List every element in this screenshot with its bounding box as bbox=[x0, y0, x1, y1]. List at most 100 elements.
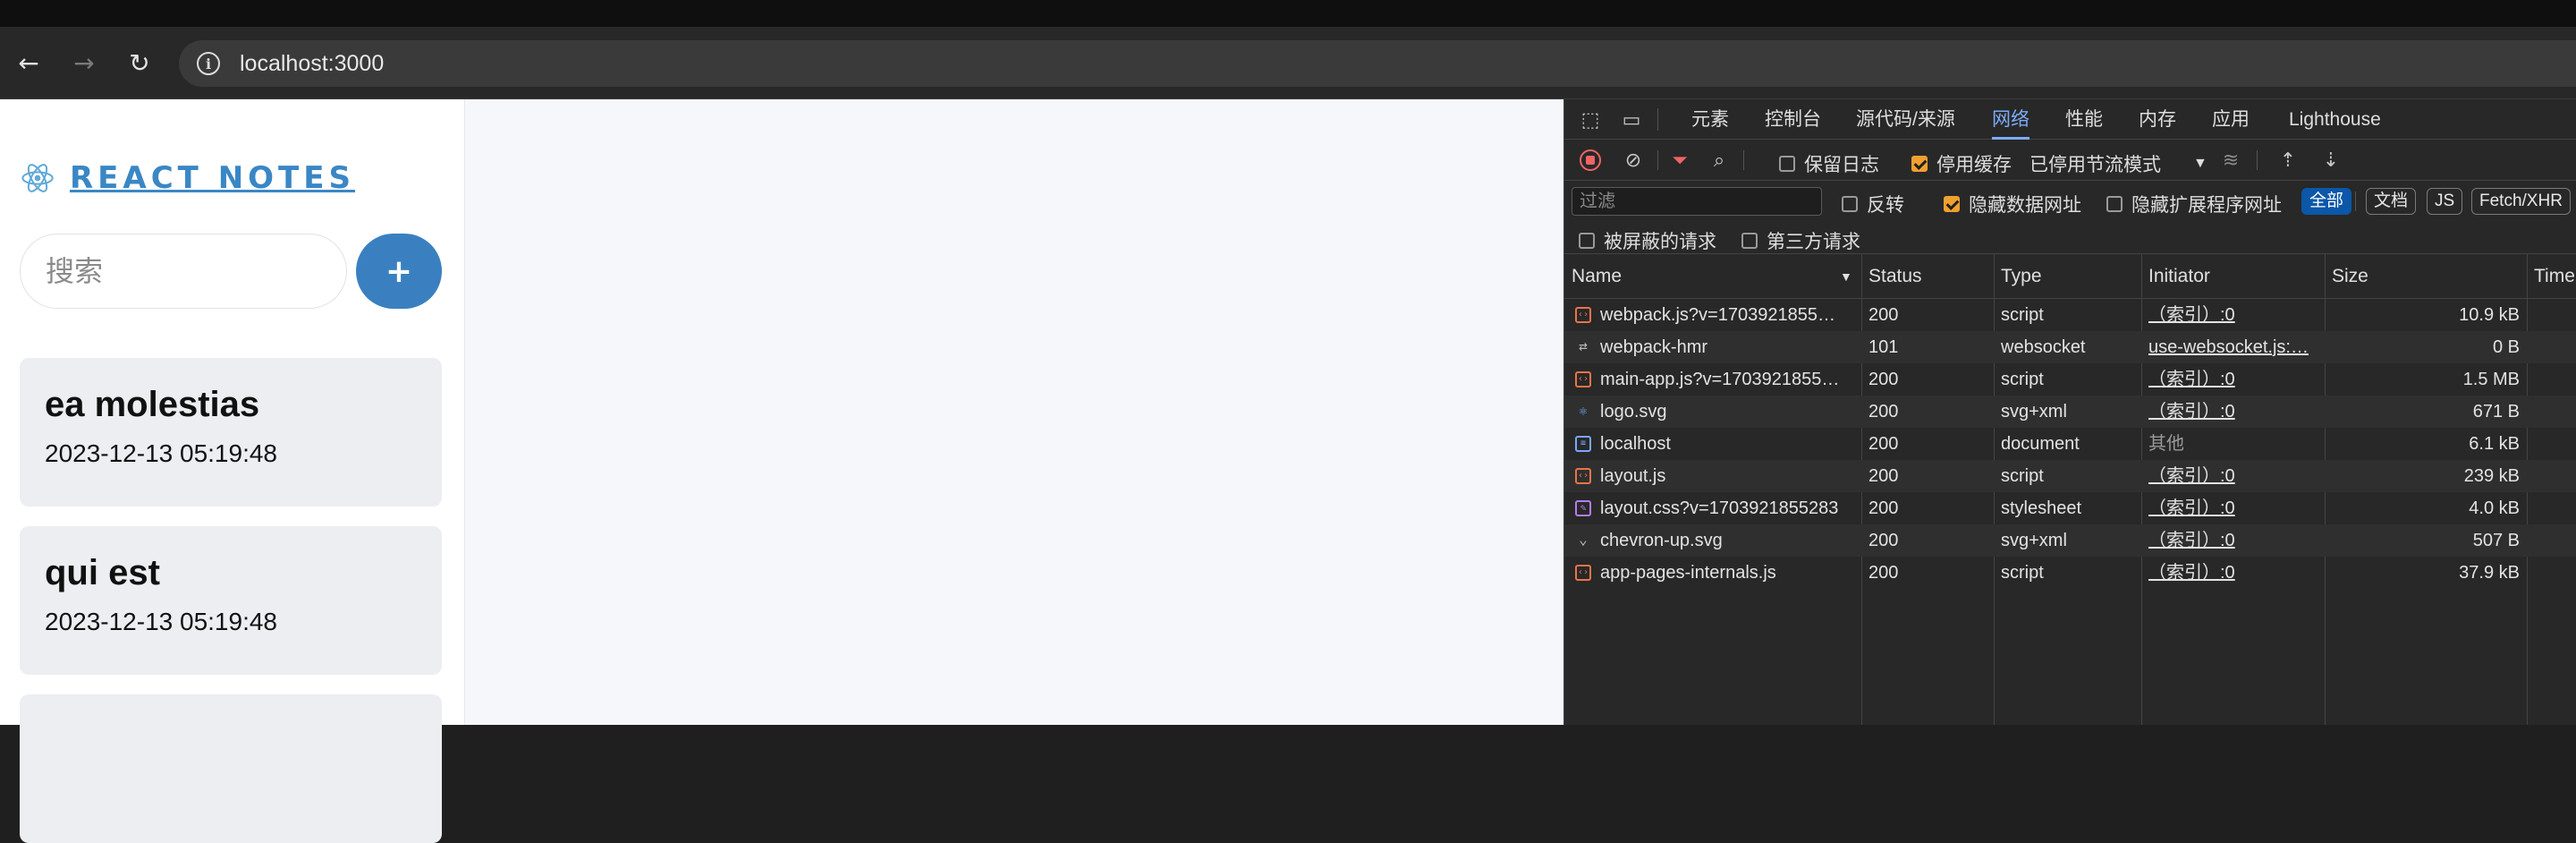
third-party-checkbox[interactable]: 第三方请求 bbox=[1741, 227, 1860, 254]
request-type: document bbox=[2001, 434, 2080, 454]
request-initiator: 其他 bbox=[2148, 434, 2184, 454]
request-status: 200 bbox=[1868, 434, 1899, 454]
filter-chip-doc[interactable]: 文档 bbox=[2366, 188, 2417, 215]
record-stop-icon[interactable] bbox=[1577, 147, 1604, 174]
disable-cache-checkbox[interactable]: 停用缓存 bbox=[1911, 150, 2012, 177]
column-header-name[interactable]: Name ▼ bbox=[1564, 254, 1861, 299]
checkbox-box[interactable] bbox=[1579, 233, 1595, 249]
script-file-icon: ‹› bbox=[1575, 371, 1591, 387]
column-header-type[interactable]: Type bbox=[1994, 254, 2141, 299]
invert-checkbox[interactable]: 反转 bbox=[1842, 191, 1904, 217]
throttling-select[interactable]: 已停用节流模式 ▼ bbox=[2029, 150, 2207, 177]
invert-label: 反转 bbox=[1867, 195, 1904, 216]
reload-button[interactable]: ↻ bbox=[120, 43, 159, 82]
checkbox-box[interactable] bbox=[1741, 233, 1758, 249]
tab-application[interactable]: 应用 bbox=[2212, 99, 2250, 140]
tab-memory[interactable]: 内存 bbox=[2139, 99, 2176, 140]
table-row[interactable]: ‹› layout.js 200 script （索引）:0 239 kB bbox=[1564, 460, 2576, 492]
info-icon[interactable]: i bbox=[197, 52, 220, 75]
url-text[interactable]: localhost:3000 bbox=[240, 51, 384, 77]
filter-chip-all[interactable]: 全部 bbox=[2301, 188, 2352, 215]
forward-button[interactable]: → bbox=[64, 43, 104, 82]
react-logo-icon bbox=[21, 164, 54, 192]
note-item[interactable]: qui est 2023-12-13 05:19:48 bbox=[20, 526, 442, 675]
column-header-time[interactable]: Time bbox=[2527, 254, 2576, 299]
column-header-status[interactable]: Status bbox=[1861, 254, 1994, 299]
network-request-table: Name ▼ Status Type Initiator Size Time ‹… bbox=[1564, 254, 2576, 725]
table-row[interactable]: ‹› webpack.js?v=1703921855… 200 script （索引）:… bbox=[1564, 299, 2576, 331]
network-toolbar: ⊘ ⏷ ⌕ 保留日志 停用缓存 已停用节流模式 ▼ ≋ ⇡ ⇣ bbox=[1564, 140, 2576, 181]
checkbox-box[interactable] bbox=[2106, 196, 2123, 212]
table-row[interactable]: ‹› app-pages-internals.js 200 script （索引）:0 3… bbox=[1564, 557, 2576, 589]
search-icon[interactable]: ⌕ bbox=[1706, 147, 1733, 174]
request-name[interactable]: chevron-up.svg bbox=[1593, 524, 1860, 557]
script-file-icon: ‹› bbox=[1575, 565, 1591, 581]
search-input[interactable] bbox=[20, 234, 347, 309]
table-row[interactable]: ≡ localhost 200 document 其他 6.1 kB bbox=[1564, 428, 2576, 460]
doc-file-icon: ≡ bbox=[1575, 436, 1591, 452]
note-item[interactable] bbox=[20, 694, 442, 843]
third-party-label: 第三方请求 bbox=[1767, 232, 1860, 252]
request-size: 671 B bbox=[2472, 402, 2520, 422]
request-initiator[interactable]: （索引）:0 bbox=[2141, 557, 2325, 589]
inspect-element-icon[interactable]: ⬚ bbox=[1577, 106, 1604, 133]
request-initiator[interactable]: （索引）:0 bbox=[2141, 492, 2325, 524]
checkbox-box[interactable] bbox=[1911, 156, 1928, 172]
request-name[interactable]: webpack-hmr bbox=[1593, 331, 1860, 363]
table-row[interactable]: ‹› main-app.js?v=1703921855… 200 script （索引）… bbox=[1564, 363, 2576, 396]
filter-chip-fetch-xhr[interactable]: Fetch/XHR bbox=[2471, 188, 2571, 215]
table-row[interactable]: ⌄ chevron-up.svg 200 svg+xml （索引）:0 507 B bbox=[1564, 524, 2576, 557]
tab-console[interactable]: 控制台 bbox=[1765, 99, 1821, 140]
note-item[interactable]: ea molestias 2023-12-13 05:19:48 bbox=[20, 358, 442, 507]
back-button[interactable]: ← bbox=[9, 43, 48, 82]
svg-file-icon: ⚛ bbox=[1579, 403, 1588, 419]
tab-elements[interactable]: 元素 bbox=[1691, 99, 1729, 140]
filter-funnel-icon[interactable]: ⏷ bbox=[1666, 147, 1693, 174]
add-note-button[interactable]: + bbox=[356, 234, 442, 309]
request-type: svg+xml bbox=[2001, 531, 2067, 550]
device-toolbar-icon[interactable]: ▭ bbox=[1618, 106, 1645, 133]
table-row[interactable]: ⇄ webpack-hmr 101 websocket use-websocket.js… bbox=[1564, 331, 2576, 363]
checkbox-box[interactable] bbox=[1842, 196, 1858, 212]
request-initiator[interactable]: （索引）:0 bbox=[2141, 299, 2325, 331]
request-name[interactable]: app-pages-internals.js bbox=[1593, 557, 1860, 589]
tab-network[interactable]: 网络 bbox=[1992, 99, 2029, 140]
hide-data-urls-checkbox[interactable]: 隐藏数据网址 bbox=[1944, 191, 2081, 217]
request-type: script bbox=[2001, 466, 2044, 486]
request-name[interactable]: webpack.js?v=1703921855… bbox=[1593, 299, 1860, 331]
tab-performance[interactable]: 性能 bbox=[2065, 99, 2103, 140]
request-name[interactable]: main-app.js?v=1703921855… bbox=[1593, 363, 1860, 396]
request-name[interactable]: layout.css?v=1703921855283 bbox=[1593, 492, 1860, 524]
table-row[interactable]: ✎ layout.css?v=1703921855283 200 stylesheet… bbox=[1564, 492, 2576, 524]
request-name[interactable]: localhost bbox=[1593, 428, 1860, 460]
blocked-requests-checkbox[interactable]: 被屏蔽的请求 bbox=[1579, 227, 1716, 254]
app-title[interactable]: REACT NOTES bbox=[70, 160, 355, 196]
request-initiator[interactable]: （索引）:0 bbox=[2141, 524, 2325, 557]
record-icon bbox=[1580, 149, 1601, 171]
request-initiator[interactable]: （索引）:0 bbox=[2141, 396, 2325, 428]
column-header-size[interactable]: Size bbox=[2325, 254, 2527, 299]
preserve-log-checkbox[interactable]: 保留日志 bbox=[1779, 150, 1879, 177]
tab-sources[interactable]: 源代码/来源 bbox=[1856, 99, 1955, 140]
filter-input[interactable] bbox=[1572, 187, 1822, 216]
app-logo[interactable]: REACT NOTES bbox=[20, 160, 355, 196]
checkbox-box[interactable] bbox=[1944, 196, 1960, 212]
import-har-icon[interactable]: ⇡ bbox=[2275, 147, 2301, 174]
request-initiator[interactable]: （索引）:0 bbox=[2141, 363, 2325, 396]
request-type: script bbox=[2001, 305, 2044, 325]
clear-icon[interactable]: ⊘ bbox=[1620, 147, 1647, 174]
filter-chip-js[interactable]: JS bbox=[2427, 188, 2463, 215]
request-name[interactable]: layout.js bbox=[1593, 460, 1860, 492]
hide-extension-urls-checkbox[interactable]: 隐藏扩展程序网址 bbox=[2106, 191, 2282, 217]
request-initiator[interactable]: use-websocket.js:… bbox=[2141, 331, 2325, 363]
tab-lighthouse[interactable]: Lighthouse bbox=[2289, 99, 2381, 140]
network-conditions-icon[interactable]: ≋ bbox=[2217, 147, 2244, 174]
export-har-icon[interactable]: ⇣ bbox=[2318, 147, 2344, 174]
column-header-initiator[interactable]: Initiator bbox=[2141, 254, 2325, 299]
checkbox-box[interactable] bbox=[1779, 156, 1795, 172]
request-initiator[interactable]: （索引）:0 bbox=[2141, 460, 2325, 492]
request-name[interactable]: logo.svg bbox=[1593, 396, 1860, 428]
request-type: stylesheet bbox=[2001, 498, 2082, 518]
table-row[interactable]: ⚛ logo.svg 200 svg+xml （索引）:0 671 B bbox=[1564, 396, 2576, 428]
address-bar[interactable]: i localhost:3000 bbox=[179, 40, 2576, 87]
